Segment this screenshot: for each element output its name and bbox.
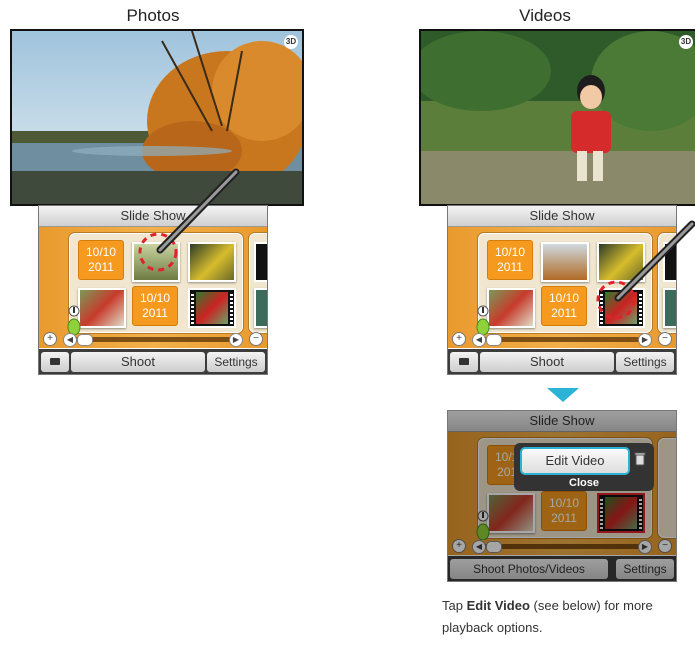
tap-indicator xyxy=(596,220,695,320)
thumbnail[interactable] xyxy=(487,288,535,328)
stylus-icon xyxy=(156,168,240,254)
scroll-left-button[interactable]: ◀ xyxy=(472,333,486,347)
caption-text: Tap Edit Video (see below) for more play… xyxy=(442,598,653,635)
thumbnail[interactable] xyxy=(78,288,126,328)
scroll-right-button[interactable]: ▶ xyxy=(229,333,243,347)
arrow-down-icon xyxy=(547,388,579,402)
date-tile[interactable]: 10/10 2011 xyxy=(132,286,178,326)
zoom-out-icon[interactable]: − xyxy=(249,332,263,346)
photos-column-title: Photos xyxy=(126,6,180,25)
trash-icon[interactable] xyxy=(632,451,648,467)
video-frame xyxy=(421,31,695,204)
dim-overlay xyxy=(448,411,676,581)
microphone-icon xyxy=(476,305,490,335)
video-thumbnail[interactable] xyxy=(188,288,236,328)
camera-icon xyxy=(50,358,60,365)
thumbnail[interactable] xyxy=(254,288,267,328)
scroll-row: + ◀ ▶ − xyxy=(39,332,267,347)
camera-icon xyxy=(459,358,469,365)
scrollbar-track[interactable] xyxy=(478,337,642,342)
zoom-in-icon[interactable]: + xyxy=(452,332,466,346)
shoot-button[interactable]: Shoot xyxy=(480,352,614,372)
3d-badge-icon: 3D xyxy=(284,35,298,49)
bottom-toolbar: Shoot Settings xyxy=(39,349,267,374)
microphone-icon xyxy=(67,305,81,335)
edit-menu-popup: Edit Video Close xyxy=(514,443,654,491)
settings-button[interactable]: Settings xyxy=(616,352,674,372)
settings-button[interactable]: Settings xyxy=(207,352,265,372)
stylus-icon xyxy=(614,220,695,302)
scrollbar-knob[interactable] xyxy=(77,334,93,346)
date-tile[interactable]: 10/10 2011 xyxy=(487,240,533,280)
camera-button[interactable] xyxy=(450,352,478,372)
close-button[interactable]: Close xyxy=(514,477,654,489)
tap-indicator xyxy=(138,168,240,272)
scrollbar-track[interactable] xyxy=(69,337,233,342)
edit-video-screen: Slide Show 10/10 2011 10/10 2011 + ◀ ▶ −… xyxy=(447,410,677,582)
scrollbar-knob[interactable] xyxy=(486,334,502,346)
zoom-in-icon[interactable]: + xyxy=(43,332,57,346)
scroll-right-button[interactable]: ▶ xyxy=(638,333,652,347)
edit-video-button[interactable]: Edit Video xyxy=(520,447,630,475)
scroll-left-button[interactable]: ◀ xyxy=(63,333,77,347)
3d-badge-icon: 3D xyxy=(679,35,693,49)
camera-button[interactable] xyxy=(41,352,69,372)
shoot-button[interactable]: Shoot xyxy=(71,352,205,372)
videos-column-title: Videos xyxy=(519,6,571,25)
bottom-toolbar: Shoot Settings xyxy=(448,349,676,374)
videos-top-screen: 3D xyxy=(419,29,695,206)
